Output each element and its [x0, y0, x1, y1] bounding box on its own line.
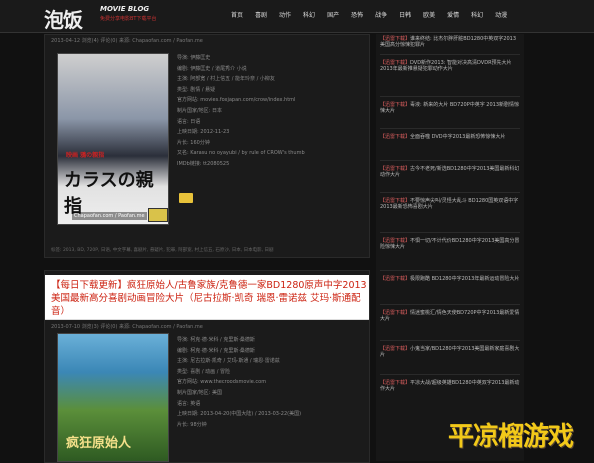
info-cast: 主演: 尼古拉斯·凯奇 / 艾玛·斯通 / 瑞恩·雷诺兹: [177, 358, 280, 365]
nav-item-scifi-2[interactable]: 科幻: [465, 10, 489, 19]
info-genre: 类型: 剧情 / 悬疑: [177, 86, 216, 93]
site-tagline: 免费分享电影BT下载平台: [100, 16, 157, 22]
sidebar-link[interactable]: 【迅雷下载】毒液: 新来的大片 BD720P中英字 2013新剧情惊悚大片: [380, 102, 520, 114]
sidebar-text: 全面吞噬 DVD中字2013最新恐怖惊悚大片: [410, 134, 506, 140]
sidebar-link[interactable]: 【迅雷下载】极限跑酷 BD1280中字2013年最新运动冒险大片: [380, 276, 520, 282]
info-runtime: 片长: 160分钟: [177, 139, 210, 146]
sidebar-text: 极限跑酷 BD1280中字2013年最新运动冒险大片: [410, 276, 520, 282]
post-tags[interactable]: 标签: 2013, BD, 720P, 日语, 中文字幕, 喜剧片, 悬疑片, …: [51, 247, 363, 253]
sidebar-link[interactable]: 【迅雷下载】情迷蜜桃汇/情色天使BD720P中字2013最新爱情大片: [380, 310, 520, 322]
divider: [380, 54, 520, 55]
info-language: 语言: 英语: [177, 400, 201, 407]
movie-info: 导演: 柯克·德·米科 / 克里斯·桑德斯 编剧: 柯克·德·米科 / 克里斯·…: [177, 335, 367, 430]
nav-item-home[interactable]: 首页: [225, 10, 249, 19]
poster-credit: Chapaofan.com / Paofan.me: [72, 212, 147, 220]
info-writer: 编剧: 柯克·德·米科 / 克里斯·桑德斯: [177, 347, 255, 354]
site-logo[interactable]: 泡饭: [44, 4, 83, 33]
sidebar: 【迅雷下载】谁来终结: 比杰尔胖肝脏BD1280中英双字2013美国高分惊悚犯罪…: [376, 34, 524, 461]
sidebar-tag: 【迅雷下载】: [380, 276, 411, 282]
info-writer: 编剧: 伊藤匡史 / 道尾秀介 小说: [177, 65, 247, 72]
info-release: 上映日期: 2013-04-20(中国大陆) / 2013-03-22(美国): [177, 411, 302, 418]
nav-item-war[interactable]: 战争: [369, 10, 393, 19]
movie-post: 【每日下载更新】疯狂原始人/古鲁家族/克鲁德一家BD1280原声中字2013美国…: [44, 270, 370, 463]
divider: [380, 232, 520, 233]
post-title[interactable]: 【每日下载更新】疯狂原始人/古鲁家族/克鲁德一家BD1280原声中字2013美国…: [51, 279, 369, 318]
sidebar-link[interactable]: 【迅雷下载】不要惊声尖叫/灵怪大乱斗 BD1280国英双语中字2013最新恐怖喜…: [380, 198, 520, 210]
nav-item-jpkr[interactable]: 日韩: [393, 10, 417, 19]
nav-item-domestic[interactable]: 国产: [321, 10, 345, 19]
movie-poster[interactable]: 疯狂原始人: [57, 333, 169, 462]
movie-info: 导演: 伊藤匡史 编剧: 伊藤匡史 / 道尾秀介 小说 主演: 阿部宽 / 村上…: [177, 53, 367, 170]
divider: [380, 304, 520, 305]
divider: [380, 160, 520, 161]
site-header: 泡饭 MOVIE BLOG 免费分享电影BT下载平台 首页 喜剧 动作 科幻 国…: [0, 0, 594, 33]
sidebar-link[interactable]: 【迅雷下载】全面吞噬 DVD中字2013最新恐怖惊悚大片: [380, 134, 520, 140]
info-language: 语言: 日语: [177, 118, 201, 125]
info-imdb[interactable]: IMDb链接: tt2080525: [177, 159, 367, 170]
watermark-logo: 平凉榴游戏: [448, 422, 574, 452]
nav-item-anime[interactable]: 动漫: [489, 10, 513, 19]
rating-badge-icon: [148, 208, 168, 222]
sidebar-link[interactable]: 【迅雷下载】谁来终结: 比杰尔胖肝脏BD1280中英双字2013美国高分惊悚犯罪…: [380, 36, 520, 48]
divider: [380, 128, 520, 129]
divider: [380, 340, 520, 341]
main-content: 2013-04-12 浏览(4) 评论(0) 来源: Chapaofan.com…: [44, 34, 370, 463]
info-cast: 主演: 阿部宽 / 村上信五 / 能年玲奈 / 小柳友: [177, 76, 275, 83]
info-director: 导演: 柯克·德·米科 / 克里斯·桑德斯: [177, 337, 255, 343]
info-runtime: 片长: 98分钟: [177, 421, 207, 428]
info-release: 上映日期: 2012-11-23: [177, 129, 230, 136]
info-genre: 类型: 喜剧 / 动画 / 冒险: [177, 368, 231, 375]
divider: [380, 270, 520, 271]
nav-item-comedy[interactable]: 喜剧: [249, 10, 273, 19]
nav-item-romance[interactable]: 爱情: [441, 10, 465, 19]
nav-item-scifi[interactable]: 科幻: [297, 10, 321, 19]
post-meta: 2013-04-12 浏览(4) 评论(0) 来源: Chapaofan.com…: [51, 38, 203, 44]
poster-title: 疯狂原始人: [66, 436, 132, 451]
info-website[interactable]: 官方网站: movies.foxjapan.com/crow/index.htm…: [177, 95, 367, 106]
info-director: 导演: 伊藤匡史: [177, 55, 211, 61]
movie-poster[interactable]: 映画 鴉の親指 カラスの親指 Chapaofan.com / Paofan.me: [57, 53, 169, 225]
poster-subtitle: 映画 鴉の親指: [66, 152, 105, 159]
main-nav: 首页 喜剧 动作 科幻 国产 恐怖 战争 日韩 欧美 爱情 科幻 动漫: [225, 10, 513, 19]
info-country: 制片国家/地区: 日本: [177, 107, 222, 114]
divider: [380, 192, 520, 193]
divider: [380, 96, 520, 97]
post-title-banner[interactable]: 【每日下载更新】疯狂原始人/古鲁家族/克鲁德一家BD1280原声中字2013美国…: [45, 275, 369, 320]
sidebar-link[interactable]: 【迅雷下载】平凉大战/超级英雄BD1280中英双字2013最新动作大片: [380, 380, 520, 392]
sidebar-link[interactable]: 【迅雷下载】小鬼当家/BD1280中字2013美国最新家庭喜剧大片: [380, 346, 520, 358]
nav-item-action[interactable]: 动作: [273, 10, 297, 19]
nav-item-western[interactable]: 欧美: [417, 10, 441, 19]
nav-item-horror[interactable]: 恐怖: [345, 10, 369, 19]
site-logo-en: MOVIE BLOG: [100, 5, 150, 13]
movie-post: 2013-04-12 浏览(4) 评论(0) 来源: Chapaofan.com…: [44, 34, 370, 258]
download-icon[interactable]: [179, 193, 193, 203]
info-website[interactable]: 官方网站: www.thecroodsmovie.com: [177, 377, 367, 388]
sidebar-link[interactable]: 【迅雷下载】DVD新作2013: 智能对决高清DVDR预先大片2013年最新推悬…: [380, 60, 520, 72]
divider: [380, 374, 520, 375]
info-country: 制片国家/地区: 美国: [177, 389, 222, 396]
sidebar-link[interactable]: 【迅雷下载】古今不老死/新选BD1280中字2013美国最新科幻动作大片: [380, 166, 520, 178]
post-meta: 2013-07-10 浏览(3) 评论(0) 来源: Chapaofan.com…: [51, 324, 203, 330]
info-aka: 又名: Karasu no oyayubi / by rule of CROW'…: [177, 150, 305, 157]
sidebar-tag: 【迅雷下载】: [380, 134, 411, 140]
sidebar-link[interactable]: 【迅雷下载】不惧一切/不计代价BD1280中字2013美国高分冒险惊悚大片: [380, 238, 520, 250]
